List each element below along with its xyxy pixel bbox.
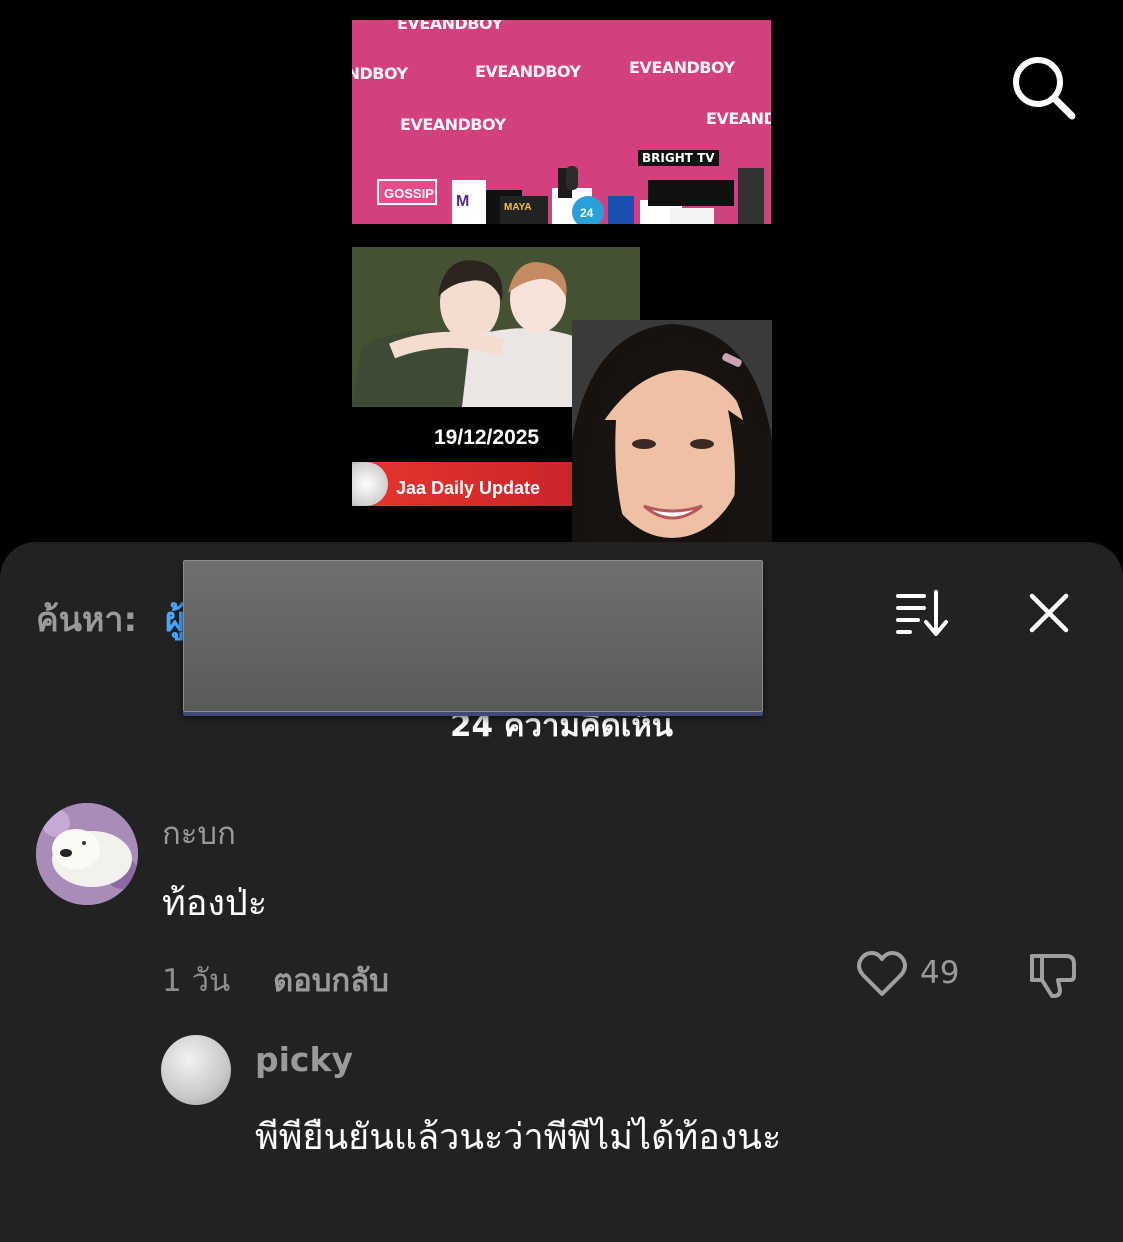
search-suggestion-link[interactable]: ผู้ — [165, 592, 185, 646]
svg-text:24: 24 — [580, 206, 594, 220]
video-date: 19/12/2025 — [434, 426, 540, 449]
polar-bear-avatar-image — [36, 803, 138, 905]
like-count: 49 — [920, 955, 960, 991]
video-player[interactable]: EVEANDBOY EVEANDBOY EVEANDBOY EVEANDBOY … — [0, 0, 1123, 560]
comment-author[interactable]: picky — [255, 1040, 353, 1079]
close-icon[interactable] — [1026, 590, 1072, 636]
host-face-image — [572, 320, 772, 542]
redaction-box — [183, 560, 763, 712]
watermark-text: EVEANDBOY — [475, 62, 581, 81]
video-clip-press-event: EVEANDBOY EVEANDBOY EVEANDBOY EVEANDBOY … — [352, 20, 771, 224]
search-suggestion-label: ค้นหา: — [36, 600, 138, 640]
show-banner-label: Jaa Daily Update — [396, 478, 541, 498]
watermark-text: EVEANDBOY — [706, 109, 771, 128]
press-microphones: GOSSIP M MAYA 24 — [377, 166, 764, 224]
comment-text: พีพียืนยันแล้วนะว่าพีพีไม่ได้ท้องนะ — [255, 1117, 782, 1158]
svg-text:MAYA: MAYA — [504, 202, 532, 213]
svg-text:GOSSIP: GOSSIP — [384, 186, 434, 201]
avatar[interactable] — [161, 1035, 231, 1105]
comment-author[interactable]: กะบก — [162, 808, 236, 858]
search-icon[interactable] — [1008, 52, 1078, 122]
reply-button[interactable]: ตอบกลับ — [273, 955, 389, 1005]
comment-timestamp: 1 วัน — [162, 963, 231, 999]
host-webcam-overlay — [572, 320, 772, 542]
sort-icon[interactable] — [896, 590, 948, 636]
heart-icon[interactable] — [856, 949, 908, 999]
comment-text: ท้องป่ะ — [162, 883, 268, 924]
watermark-text: EVEANDBOY — [352, 64, 408, 83]
watermark-text: EVEANDBOY — [629, 58, 735, 77]
thumbs-down-icon[interactable] — [1028, 948, 1080, 1000]
watermark-text: EVEANDBOY — [400, 115, 506, 134]
avatar[interactable] — [36, 803, 138, 905]
brand-logo: BRIGHT TV — [638, 150, 719, 166]
watermark-text: EVEANDBOY — [397, 20, 503, 33]
svg-text:M: M — [456, 193, 469, 210]
